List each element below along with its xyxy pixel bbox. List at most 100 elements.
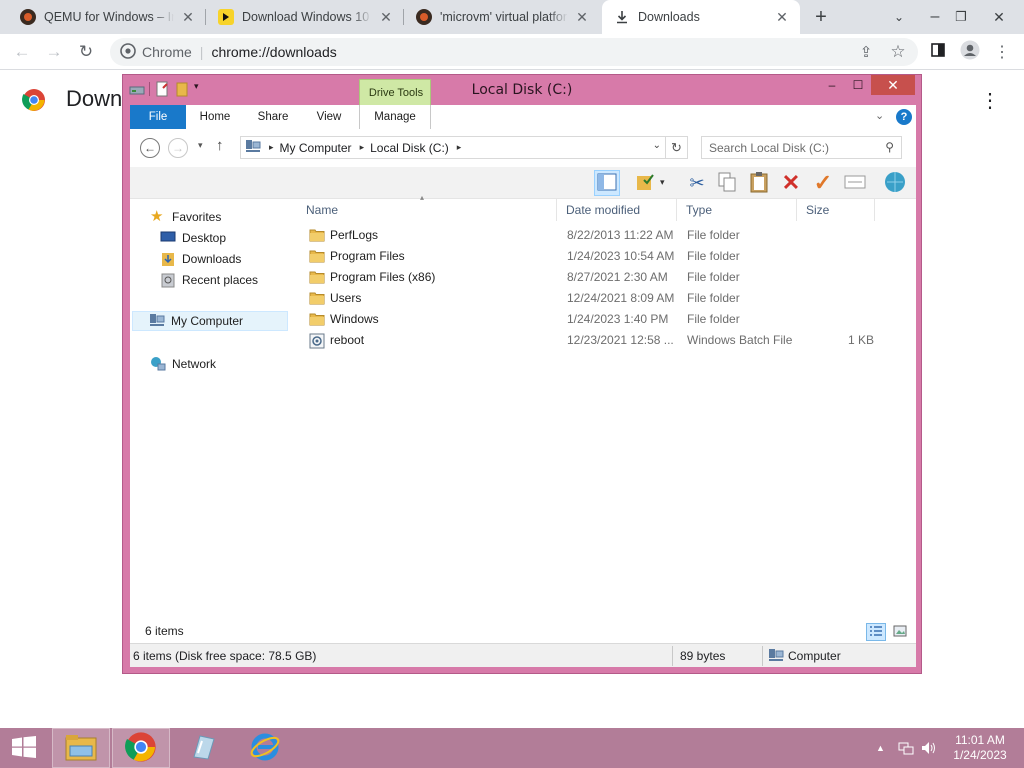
table-row[interactable]: Program Files (x86) 8/27/2021 2:30 AM File…	[298, 267, 898, 288]
column-type[interactable]: Type	[678, 199, 796, 221]
taskbar-internet-explorer[interactable]	[236, 728, 294, 768]
forward-button[interactable]: →	[168, 138, 188, 158]
close-tab-icon[interactable]: ✕	[180, 9, 196, 26]
browser-toolbar: ← → ↻ Chrome | chrome://downloads ⇪ ☆ ⋮	[0, 34, 1024, 70]
tab-microvm[interactable]: 'microvm' virtual platform ✕	[404, 0, 600, 34]
bookmark-button[interactable]: ☆	[884, 38, 912, 66]
up-button[interactable]: ↑	[216, 137, 224, 154]
network-button[interactable]	[882, 170, 908, 196]
tab-share[interactable]: Share	[246, 105, 300, 129]
taskbar-chrome[interactable]	[112, 728, 170, 768]
details-view-button[interactable]	[866, 623, 886, 641]
side-panel-button[interactable]	[924, 38, 952, 66]
nav-network[interactable]: Network	[150, 354, 216, 374]
column-divider[interactable]	[676, 199, 677, 221]
ribbon-tabs: File Home Share View Manage ⌄ ?	[130, 105, 916, 129]
column-name[interactable]: Name	[298, 199, 556, 221]
column-divider[interactable]	[556, 199, 557, 221]
recent-locations-icon[interactable]: ▾	[198, 140, 203, 151]
downloads-menu-button[interactable]: ⋮	[980, 88, 1000, 113]
chevron-down-icon[interactable]: ▾	[660, 177, 665, 188]
tab-download-windows[interactable]: Download Windows 10 ( ✕	[206, 0, 404, 34]
table-row[interactable]: Users 12/24/2021 8:09 AM File folder	[298, 288, 898, 309]
large-icons-view-button[interactable]	[890, 623, 910, 641]
tab-view[interactable]: View	[306, 105, 352, 129]
preview-pane-button[interactable]	[594, 170, 620, 196]
explorer-title-bar[interactable]: ▾ Local Disk (C:) – ☐ ✕	[123, 75, 921, 105]
breadcrumb-local-disk[interactable]: Local Disk (C:)	[370, 141, 449, 155]
column-date-modified[interactable]: Date modified	[558, 199, 678, 221]
share-button[interactable]: ⇪	[852, 38, 880, 66]
show-hidden-icons-button[interactable]: ▲	[876, 743, 885, 753]
file-name: Windows	[330, 312, 379, 326]
column-size[interactable]: Size	[798, 199, 874, 221]
reload-button[interactable]: ↻	[72, 38, 100, 66]
command-bar: ▾ ✂ ✕ ✓	[130, 167, 916, 199]
tab-file[interactable]: File	[130, 105, 186, 129]
volume-tray-icon[interactable]	[920, 740, 938, 759]
omnibox-url: chrome://downloads	[211, 44, 337, 60]
tab-qemu[interactable]: QEMU for Windows – Ins ✕	[8, 0, 206, 34]
avatar-icon	[960, 40, 980, 65]
windows-logo-icon	[11, 735, 37, 761]
back-button[interactable]: ←	[140, 138, 160, 158]
network-tray-icon[interactable]	[898, 740, 914, 759]
close-tab-icon[interactable]: ✕	[774, 9, 790, 26]
breadcrumb-my-computer[interactable]: My Computer	[280, 141, 352, 155]
taskbar-app[interactable]	[174, 728, 232, 768]
omnibox-origin: Chrome	[142, 44, 192, 60]
rename-button[interactable]: ✓	[810, 170, 836, 196]
start-button[interactable]	[0, 728, 48, 768]
maximize-window-button[interactable]: ☐	[845, 75, 871, 95]
help-icon[interactable]: ?	[896, 109, 912, 125]
copy-button[interactable]	[714, 170, 740, 196]
forward-button[interactable]: →	[40, 38, 68, 66]
table-row[interactable]: reboot 12/23/2021 12:58 ... Windows Batch …	[298, 330, 898, 351]
nav-desktop[interactable]: Desktop	[160, 228, 226, 248]
new-tab-button[interactable]: +	[804, 0, 838, 34]
arrow-right-icon: →	[172, 141, 184, 155]
nav-my-computer[interactable]: My Computer	[132, 311, 288, 331]
table-row[interactable]: Program Files 1/24/2023 10:54 AM File fold…	[298, 246, 898, 267]
column-divider[interactable]	[874, 199, 875, 221]
address-history-icon[interactable]: ⌄	[653, 140, 661, 151]
back-button[interactable]: ←	[8, 38, 36, 66]
expand-ribbon-icon[interactable]: ⌄	[875, 109, 884, 122]
close-tab-icon[interactable]: ✕	[378, 9, 394, 26]
column-divider[interactable]	[796, 199, 797, 221]
minimize-window-button[interactable]: –	[819, 75, 845, 95]
browser-menu-button[interactable]: ⋮	[988, 38, 1016, 66]
cut-button[interactable]: ✂	[684, 170, 710, 196]
taskbar-file-explorer[interactable]	[52, 728, 110, 768]
globe-icon	[884, 171, 906, 196]
tab-manage[interactable]: Manage	[359, 105, 431, 129]
address-bar[interactable]: Chrome | chrome://downloads	[110, 38, 918, 66]
properties-button[interactable]	[632, 170, 658, 196]
restore-browser-button[interactable]: ❐	[944, 0, 978, 34]
file-type: File folder	[687, 312, 740, 326]
nav-recent-places[interactable]: Recent places	[160, 270, 258, 290]
close-browser-button[interactable]: ✕	[982, 0, 1016, 34]
select-button[interactable]	[842, 170, 868, 196]
close-tab-icon[interactable]: ✕	[574, 9, 590, 26]
delete-button[interactable]: ✕	[778, 170, 804, 196]
close-window-button[interactable]: ✕	[871, 75, 915, 95]
tab-home[interactable]: Home	[190, 105, 240, 129]
download-favicon-icon	[218, 9, 234, 25]
table-row[interactable]: Windows 1/24/2023 1:40 PM File folder	[298, 309, 898, 330]
taskbar-clock[interactable]: 11:01 AM 1/24/2023	[944, 733, 1016, 763]
address-field[interactable]: ▸ My Computer ▸ Local Disk (C:) ▸ ⌄ ↻	[240, 136, 688, 159]
paste-button[interactable]	[746, 170, 772, 196]
tab-downloads[interactable]: Downloads ✕	[602, 0, 800, 34]
nav-favorites[interactable]: ★ Favorites	[150, 207, 221, 227]
search-input[interactable]: Search Local Disk (C:) ⚲	[701, 136, 902, 159]
star-icon: ☆	[890, 42, 906, 61]
nav-label: Favorites	[172, 210, 222, 224]
table-row[interactable]: PerfLogs 8/22/2013 11:22 AM File folder	[298, 225, 898, 246]
drive-tools-label: Drive Tools	[368, 87, 424, 99]
nav-downloads[interactable]: Downloads	[160, 249, 241, 269]
tab-search-button[interactable]: ⌄	[882, 0, 916, 34]
profile-button[interactable]	[956, 38, 984, 66]
refresh-icon[interactable]: ↻	[665, 137, 687, 158]
chevron-up-icon: ▲	[876, 743, 885, 753]
